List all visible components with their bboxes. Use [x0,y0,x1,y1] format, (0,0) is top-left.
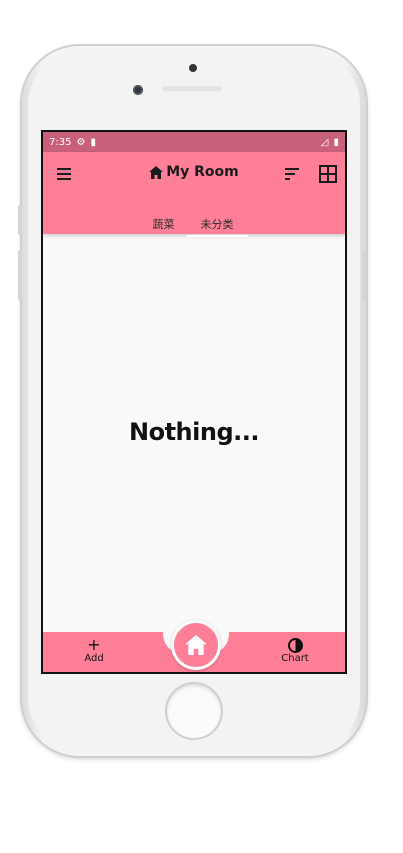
app-screen: 7:35 ⚙ ▮ ◿ ▮ My Room 蔬菜 未分类 Nothing... +… [41,130,347,674]
add-label: Add [84,653,104,664]
home-icon [185,635,207,655]
home-fab-button[interactable] [171,620,221,670]
sort-icon[interactable] [285,168,299,180]
battery-icon: ▮ [333,136,339,148]
front-sensor [189,64,197,72]
side-button [18,250,22,300]
grid-view-icon[interactable] [319,165,337,183]
empty-state-text: Nothing... [129,418,259,446]
home-icon [149,165,164,179]
sim-icon: ▮ [90,136,96,148]
earpiece [162,86,222,91]
bottom-nav: + Add Chart [43,614,345,672]
tab-uncategorized[interactable]: 未分类 [186,216,248,237]
signal-icon: ◿ [320,136,329,148]
page-title: My Room [43,164,345,180]
chart-button[interactable]: Chart [265,638,325,664]
chart-label: Chart [281,653,309,664]
hardware-home-button[interactable] [167,684,221,738]
chart-icon [287,638,303,653]
side-button [362,250,366,300]
tab-bar: 蔬菜 未分类 [43,216,345,237]
page-title-text: My Room [166,164,239,180]
settings-icon: ⚙ [76,136,86,148]
status-bar: 7:35 ⚙ ▮ ◿ ▮ [43,132,345,152]
tab-vegetables[interactable]: 蔬菜 [141,216,187,237]
status-time: 7:35 [49,136,72,148]
add-button[interactable]: + Add [64,635,124,665]
add-icon: + [87,635,101,654]
side-button [18,205,22,235]
app-bar: My Room 蔬菜 未分类 [43,152,345,237]
front-camera [133,85,143,95]
